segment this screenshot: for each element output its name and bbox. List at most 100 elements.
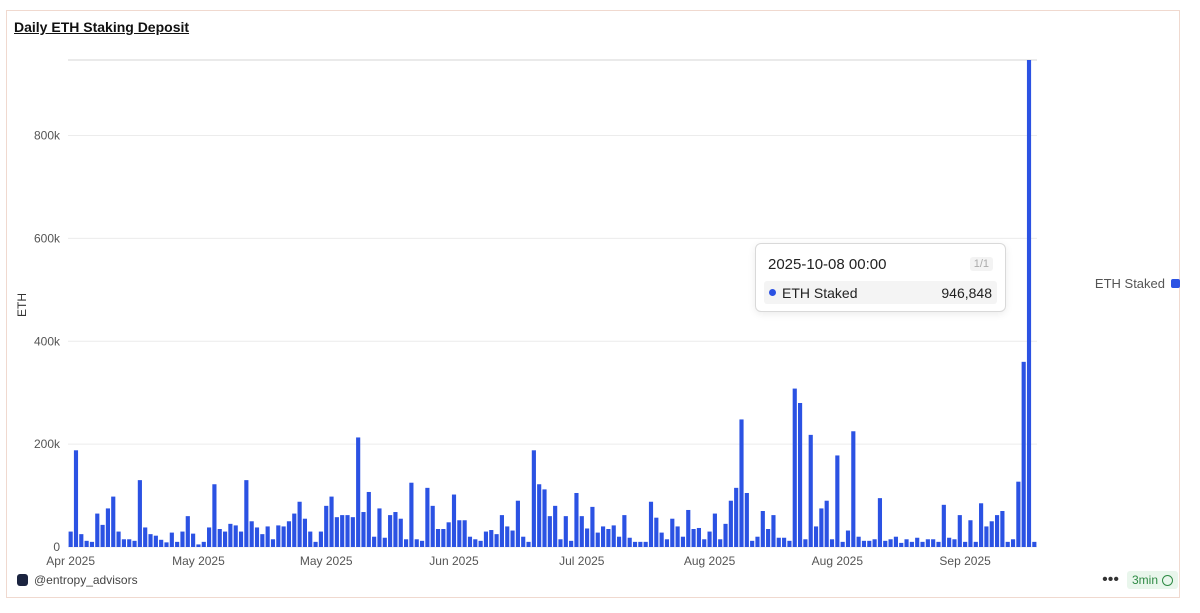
bar[interactable] xyxy=(153,535,158,547)
bar[interactable] xyxy=(345,515,350,547)
bar[interactable] xyxy=(787,540,792,547)
bar[interactable] xyxy=(798,402,803,547)
bar[interactable] xyxy=(744,492,749,547)
bar[interactable] xyxy=(79,534,84,547)
bar[interactable] xyxy=(84,540,89,547)
bar[interactable] xyxy=(883,540,888,547)
bar[interactable] xyxy=(915,537,920,547)
bar[interactable] xyxy=(947,537,952,547)
bar[interactable] xyxy=(936,541,941,547)
bar[interactable] xyxy=(164,542,169,547)
bar[interactable] xyxy=(643,541,648,547)
bar[interactable] xyxy=(595,532,600,547)
bar[interactable] xyxy=(579,516,584,547)
bar[interactable] xyxy=(989,521,994,547)
bar[interactable] xyxy=(845,530,851,547)
legend[interactable]: ETH Staked xyxy=(1095,276,1180,291)
bar[interactable] xyxy=(664,539,670,547)
bar[interactable] xyxy=(372,536,377,547)
bar[interactable] xyxy=(377,508,382,547)
bar[interactable] xyxy=(89,541,95,547)
bar[interactable] xyxy=(755,536,760,547)
bar[interactable] xyxy=(201,541,206,547)
bar[interactable] xyxy=(1032,541,1037,547)
bar[interactable] xyxy=(356,437,361,547)
bar[interactable] xyxy=(302,518,307,547)
bar[interactable] xyxy=(750,540,755,547)
bar[interactable] xyxy=(803,539,808,547)
bar[interactable] xyxy=(473,539,478,547)
bar[interactable] xyxy=(734,487,739,547)
refresh-badge[interactable]: 3min xyxy=(1126,571,1178,589)
bar[interactable] xyxy=(627,537,632,547)
bar[interactable] xyxy=(334,517,339,547)
bar[interactable] xyxy=(925,539,930,547)
bar[interactable] xyxy=(909,541,914,547)
bar[interactable] xyxy=(574,492,579,547)
bar[interactable] xyxy=(398,518,403,547)
bar[interactable] xyxy=(233,525,238,547)
bar[interactable] xyxy=(404,539,409,547)
bar[interactable] xyxy=(553,505,558,547)
bar[interactable] xyxy=(494,534,499,547)
bar[interactable] xyxy=(723,523,728,547)
bar[interactable] xyxy=(638,541,643,547)
bar[interactable] xyxy=(994,515,1000,547)
bar[interactable] xyxy=(1010,539,1016,547)
bar[interactable] xyxy=(893,536,898,547)
bar[interactable] xyxy=(675,526,680,547)
bar[interactable] xyxy=(707,531,712,547)
bar[interactable] xyxy=(808,434,813,547)
bar[interactable] xyxy=(451,494,457,547)
bar[interactable] xyxy=(968,520,973,547)
bar[interactable] xyxy=(265,526,270,547)
bar[interactable] xyxy=(813,526,819,547)
bar[interactable] xyxy=(1016,481,1021,547)
bar[interactable] xyxy=(409,482,414,547)
bar[interactable] xyxy=(510,530,515,547)
bar[interactable] xyxy=(904,539,909,547)
bar[interactable] xyxy=(979,503,984,547)
bar[interactable] xyxy=(73,450,79,547)
bar[interactable] xyxy=(547,516,552,547)
bar[interactable] xyxy=(478,540,483,547)
bar[interactable] xyxy=(782,537,787,547)
bar[interactable] xyxy=(941,504,946,547)
bar[interactable] xyxy=(425,487,430,547)
bar[interactable] xyxy=(366,491,371,547)
bar[interactable] xyxy=(515,500,520,547)
bar[interactable] xyxy=(127,539,132,547)
bar[interactable] xyxy=(728,500,733,547)
bar[interactable] xyxy=(659,532,664,547)
bar[interactable] xyxy=(441,529,446,547)
bar[interactable] xyxy=(430,505,435,547)
bar[interactable] xyxy=(590,506,595,547)
bar[interactable] xyxy=(116,531,121,547)
bar[interactable] xyxy=(861,540,867,547)
bar[interactable] xyxy=(159,539,164,547)
bar[interactable] xyxy=(766,529,771,547)
bar[interactable] xyxy=(276,525,281,547)
bar[interactable] xyxy=(872,539,877,547)
bar[interactable] xyxy=(217,529,222,547)
bar[interactable] xyxy=(121,539,126,547)
bar[interactable] xyxy=(467,536,473,547)
bar[interactable] xyxy=(537,484,542,547)
bar[interactable] xyxy=(169,532,174,547)
bar[interactable] xyxy=(776,537,781,547)
bar[interactable] xyxy=(718,539,723,547)
bar[interactable] xyxy=(867,540,872,547)
bar[interactable] xyxy=(616,536,622,547)
bar[interactable] xyxy=(388,515,393,547)
bar[interactable] xyxy=(489,530,494,547)
bar[interactable] xyxy=(654,517,659,547)
bar[interactable] xyxy=(670,518,675,547)
bar[interactable] xyxy=(361,512,366,547)
bar[interactable] xyxy=(1005,541,1010,547)
bar[interactable] xyxy=(222,531,228,547)
bar[interactable] xyxy=(888,539,893,547)
bar[interactable] xyxy=(137,480,142,547)
bar[interactable] xyxy=(829,539,835,547)
bar[interactable] xyxy=(526,541,531,547)
bar[interactable] xyxy=(563,516,568,547)
